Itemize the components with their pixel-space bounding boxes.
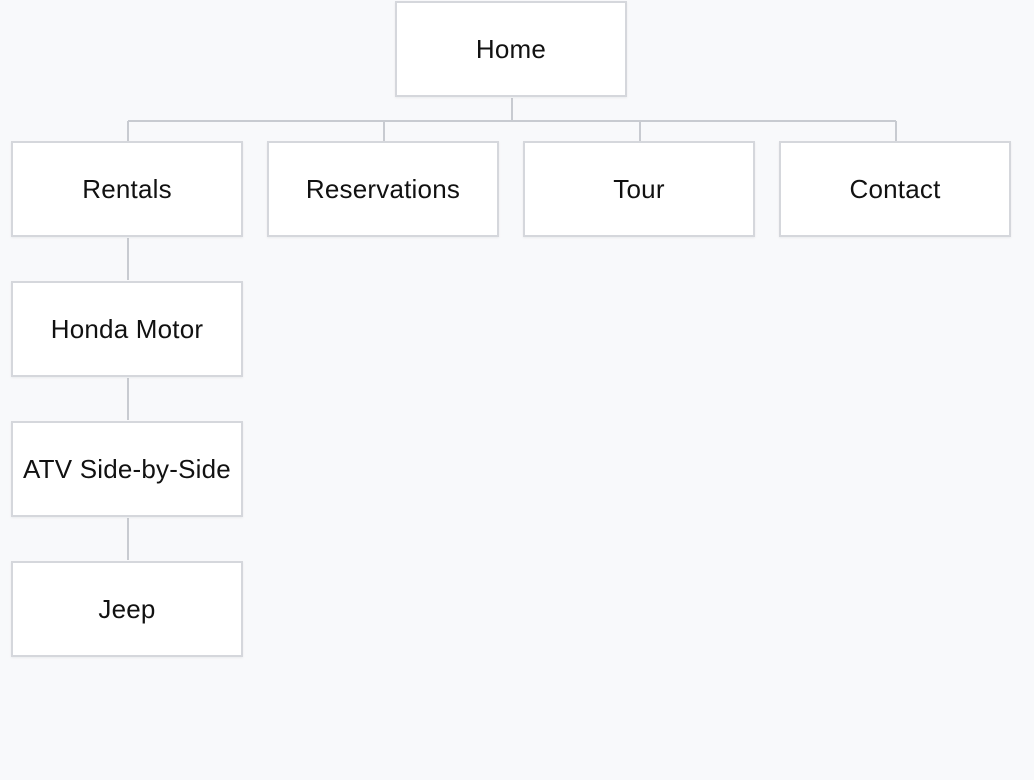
node-atv-side-by-side-label: ATV Side-by-Side (23, 454, 231, 484)
node-honda-motor[interactable]: Honda Motor (11, 281, 243, 377)
sitemap-diagram: Home Rentals Reservations Tour Contact H… (0, 0, 1034, 780)
node-reservations[interactable]: Reservations (267, 141, 499, 237)
sitemap-connectors (127, 98, 897, 560)
node-rentals[interactable]: Rentals (11, 141, 243, 237)
node-honda-motor-label: Honda Motor (50, 314, 204, 344)
node-tour-label: Tour (613, 174, 665, 204)
node-contact[interactable]: Contact (779, 141, 1011, 237)
node-atv-side-by-side[interactable]: ATV Side-by-Side (11, 421, 243, 517)
node-rentals-label: Rentals (82, 174, 172, 204)
node-jeep-label: Jeep (98, 594, 156, 624)
node-home[interactable]: Home (395, 1, 627, 97)
node-reservations-label: Reservations (305, 174, 461, 204)
node-home-label: Home (475, 34, 547, 64)
node-jeep[interactable]: Jeep (11, 561, 243, 657)
node-tour[interactable]: Tour (523, 141, 755, 237)
node-contact-label: Contact (849, 174, 941, 204)
